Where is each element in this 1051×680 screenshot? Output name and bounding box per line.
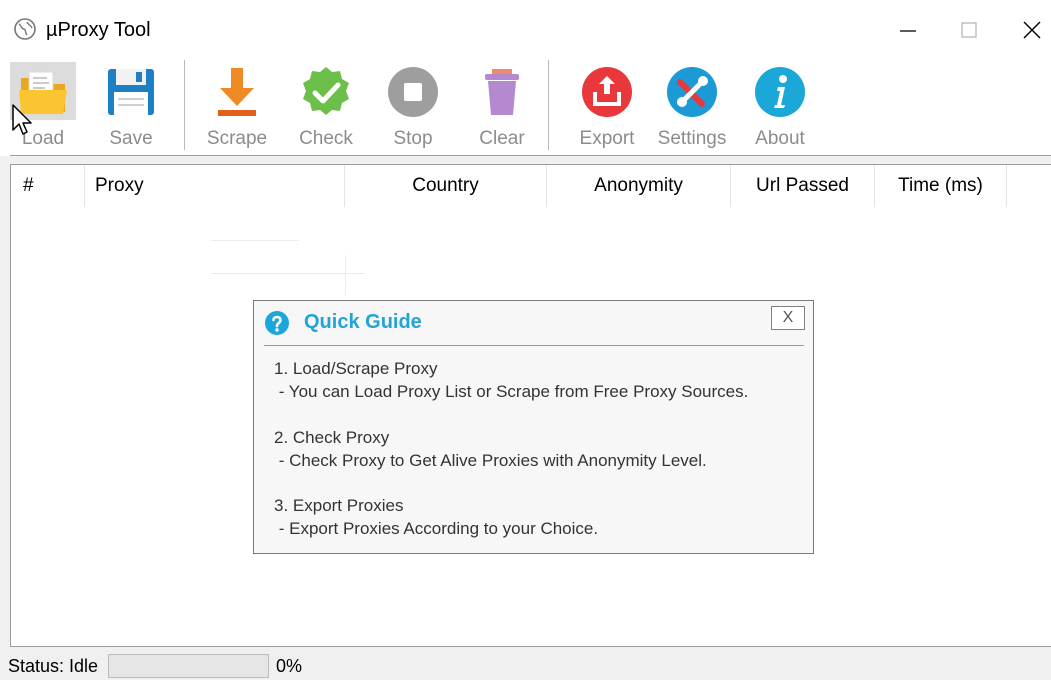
about-label: About bbox=[755, 128, 805, 149]
column-header-url-passed[interactable]: Url Passed bbox=[731, 165, 875, 207]
progress-percent: 0% bbox=[276, 656, 303, 676]
settings-label: Settings bbox=[657, 128, 727, 149]
download-arrow-icon bbox=[218, 68, 256, 116]
tools-icon bbox=[667, 67, 717, 117]
export-button[interactable]: Export bbox=[566, 58, 648, 156]
guide-step-description: - You can Load Proxy List or Scrape from… bbox=[274, 382, 749, 401]
maximize-button[interactable] bbox=[948, 10, 988, 50]
quick-guide-close-button[interactable]: X bbox=[771, 306, 805, 330]
app-globe-icon bbox=[14, 18, 36, 40]
check-button[interactable]: Check bbox=[285, 58, 367, 156]
stop-label: Stop bbox=[393, 128, 433, 149]
scrape-button[interactable]: Scrape bbox=[196, 58, 278, 156]
toolbar-separator bbox=[184, 60, 185, 150]
guide-step-description: - Check Proxy to Get Alive Proxies with … bbox=[274, 451, 707, 470]
stop-icon bbox=[388, 67, 438, 117]
save-button[interactable]: Save bbox=[90, 58, 172, 156]
column-header-proxy[interactable]: Proxy bbox=[85, 165, 345, 207]
toolbar: Load Save Scrape Check Stop Clear Export… bbox=[0, 58, 1051, 156]
guide-step-title: 1. Load/Scrape Proxy bbox=[274, 359, 438, 378]
column-header-country[interactable]: Country bbox=[345, 165, 547, 207]
title-bar: µProxy Tool bbox=[0, 0, 1051, 58]
toolbar-separator bbox=[548, 60, 549, 150]
info-icon bbox=[755, 67, 805, 117]
trash-can-icon bbox=[485, 69, 519, 115]
floppy-disk-icon bbox=[108, 69, 154, 115]
empty-row-trace bbox=[211, 240, 299, 241]
minimize-button[interactable] bbox=[888, 10, 928, 50]
stop-button[interactable]: Stop bbox=[372, 58, 454, 156]
progress-bar bbox=[108, 654, 269, 678]
window-title: µProxy Tool bbox=[46, 19, 151, 41]
mouse-cursor-icon bbox=[12, 104, 32, 135]
empty-row-trace bbox=[345, 255, 346, 295]
column-header-time[interactable]: Time (ms) bbox=[875, 165, 1007, 207]
clear-button[interactable]: Clear bbox=[461, 58, 543, 156]
close-button[interactable] bbox=[1011, 10, 1051, 50]
column-header-index[interactable]: # bbox=[11, 165, 85, 207]
quick-guide-title: Quick Guide bbox=[304, 311, 422, 333]
question-icon bbox=[265, 311, 289, 335]
save-label: Save bbox=[109, 128, 153, 149]
scrape-label: Scrape bbox=[206, 128, 268, 149]
empty-row-trace bbox=[211, 273, 365, 274]
status-label: Status: Idle bbox=[8, 656, 99, 676]
column-header-anonymity[interactable]: Anonymity bbox=[547, 165, 731, 207]
about-button[interactable]: About bbox=[739, 58, 821, 156]
export-icon bbox=[582, 67, 632, 117]
quick-guide-panel: Quick Guide X 1. Load/Scrape Proxy - You… bbox=[253, 300, 814, 554]
clear-label: Clear bbox=[479, 128, 525, 149]
quick-guide-divider bbox=[264, 345, 804, 346]
guide-step-description: - Export Proxies According to your Choic… bbox=[274, 519, 599, 538]
settings-button[interactable]: Settings bbox=[651, 58, 733, 156]
guide-step-title: 3. Export Proxies bbox=[274, 496, 404, 515]
check-label: Check bbox=[299, 128, 353, 149]
checkmark-badge-icon bbox=[303, 67, 349, 115]
toolbar-divider bbox=[10, 155, 1051, 156]
guide-step-title: 2. Check Proxy bbox=[274, 428, 390, 447]
export-label: Export bbox=[579, 128, 635, 149]
